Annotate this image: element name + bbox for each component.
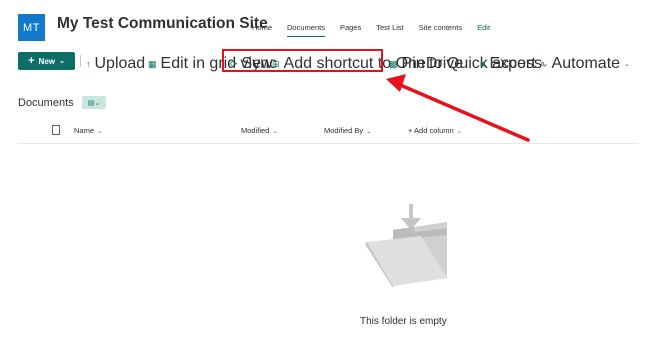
add-column-label: + Add column <box>408 126 454 135</box>
excel-icon: ■ <box>480 58 486 69</box>
new-button-label: New <box>38 56 55 66</box>
chevron-down-icon: ⌄ <box>272 128 278 135</box>
site-logo[interactable]: MT <box>18 14 45 41</box>
nav-edit-link[interactable]: Edit <box>477 23 490 32</box>
automate-label: Automate <box>551 55 621 72</box>
site-header: MT My Test Communication Site Home Docum… <box>0 0 650 44</box>
upload-label: Upload <box>94 55 146 72</box>
view-switcher-button[interactable]: ▤⌄ <box>82 96 106 109</box>
pin-icon: ▩ <box>389 58 398 69</box>
chevron-down-icon: ⌄ <box>624 61 630 68</box>
column-header-modified-by[interactable]: Modified By ⌄ <box>324 126 372 135</box>
site-nav: Home Documents Pages Test List Site cont… <box>252 23 505 37</box>
export-button[interactable]: ■ Export ⌄ <box>480 55 546 73</box>
nav-item-home[interactable]: Home <box>252 23 272 32</box>
chevron-down-icon: ⌄ <box>366 128 372 135</box>
nav-item-site-contents[interactable]: Site contents <box>419 23 462 32</box>
annotation-highlight-box <box>222 49 383 72</box>
column-name-label: Name <box>74 126 95 135</box>
header-divider <box>18 143 638 144</box>
automate-icon: ∿ <box>540 58 548 69</box>
automate-button[interactable]: ∿ Automate ⌄ <box>540 55 630 73</box>
chevron-down-icon: ⌄ <box>97 128 103 135</box>
command-separator <box>80 55 81 67</box>
column-modified-by-label: Modified By <box>324 126 364 135</box>
nav-item-test-list[interactable]: Test List <box>376 23 404 32</box>
column-header-modified[interactable]: Modified ⌄ <box>241 126 278 135</box>
chevron-down-icon: ⌄ <box>59 58 65 65</box>
site-title[interactable]: My Test Communication Site <box>57 15 268 33</box>
plus-icon: + <box>28 55 35 67</box>
library-title: Documents <box>18 97 74 109</box>
column-modified-label: Modified <box>241 126 270 135</box>
file-type-icon <box>52 125 60 135</box>
nav-item-documents[interactable]: Documents <box>287 23 325 37</box>
empty-folder-icon <box>365 204 447 288</box>
nav-item-pages[interactable]: Pages <box>340 23 361 32</box>
chevron-down-icon: ⌄ <box>456 128 463 135</box>
library-view-icon: ▤⌄ <box>87 99 101 107</box>
export-label: Export <box>489 55 536 72</box>
column-header-name[interactable]: Name ⌄ <box>74 126 102 135</box>
new-button[interactable]: + New ⌄ <box>18 52 75 70</box>
empty-state-message: This folder is empty <box>360 316 447 327</box>
add-column-button[interactable]: + Add column ⌄ <box>408 126 462 135</box>
upload-button[interactable]: ↑ Upload ⌄ <box>86 55 155 73</box>
upload-icon: ↑ <box>86 58 91 69</box>
grid-icon: ▦ <box>148 58 157 69</box>
